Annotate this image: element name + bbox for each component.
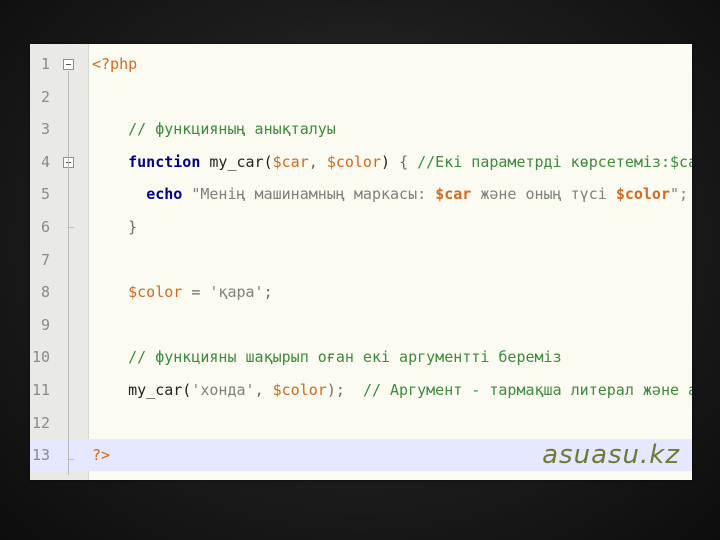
line-number: 2 <box>40 87 50 106</box>
code-line-2[interactable]: 2 <box>30 81 692 113</box>
fold-guide-line <box>68 71 69 475</box>
code-token: my_car( <box>92 381 192 399</box>
code-line-7[interactable]: 7 <box>30 244 692 276</box>
code-token: және оның түсі <box>471 185 616 204</box>
code-token: ?> <box>92 446 111 465</box>
code-token: { <box>399 152 418 171</box>
code-token: , <box>254 381 273 399</box>
code-line-9[interactable]: 9 <box>30 309 692 341</box>
code-token: , <box>308 152 327 171</box>
code-token: ) <box>381 152 400 171</box>
line-number: 13 <box>31 446 50 465</box>
code-token: ; <box>263 283 273 302</box>
code-text: echo "Менің машинамның маркасы: $car жән… <box>92 178 688 210</box>
code-text: // функцияның анықталуы <box>92 113 336 145</box>
code-token: $color <box>615 185 670 204</box>
code-editor[interactable]: 1 <?php 2 3 // функцияның анықталуы 4 functi… <box>30 44 692 480</box>
watermark-logo: asuasu.kz <box>542 440 680 470</box>
code-token: } <box>92 218 138 236</box>
code-text: my_car('хонда', $color); // Аргумент - т… <box>92 374 692 406</box>
code-line-1[interactable]: 1 <?php <box>30 48 692 80</box>
line-number: 11 <box>31 381 50 399</box>
fold-toggle-icon[interactable] <box>63 59 74 70</box>
code-text: <?php <box>92 48 137 80</box>
code-text: $color = 'қара'; <box>92 276 273 308</box>
line-number: 10 <box>31 348 50 367</box>
code-token: = <box>182 283 210 302</box>
line-number: 7 <box>40 250 50 269</box>
code-token: // функцияны шақырып оған екі аргументті… <box>92 348 562 367</box>
code-token: //Екі параметрді көрсетеміз:$car и $colo… <box>417 152 692 171</box>
fold-guide-line-function <box>68 167 69 227</box>
code-text: // функцияны шақырып оған екі аргументті… <box>92 341 562 373</box>
code-token: $car <box>272 152 309 171</box>
code-token: "Менің машинамның маркасы: <box>182 185 436 204</box>
code-line-5[interactable]: 5 echo "Менің машинамның маркасы: $car ж… <box>30 178 692 210</box>
code-token: $car <box>435 185 472 204</box>
code-token: function <box>128 152 201 171</box>
code-token: // функцияның анықталуы <box>92 120 336 139</box>
line-number: 9 <box>40 315 50 334</box>
code-token: echo <box>146 185 183 204</box>
code-token: $color <box>128 283 183 302</box>
line-number: 5 <box>40 185 50 204</box>
code-line-3[interactable]: 3 // функцияның анықталуы <box>30 113 692 145</box>
line-number: 3 <box>40 120 50 139</box>
code-token: // Аргумент - тармақша литерал және айны… <box>362 381 692 399</box>
code-text: ?> <box>92 439 110 471</box>
code-token: "; <box>670 185 689 204</box>
code-token: my_car( <box>200 152 273 171</box>
code-token: 'қара' <box>209 283 264 302</box>
code-line-11[interactable]: 11 my_car('хонда', $color); // Аргумент … <box>30 374 692 406</box>
code-token: $color <box>272 381 327 399</box>
code-line-6[interactable]: 6 } <box>30 211 692 243</box>
line-number: 4 <box>40 152 50 171</box>
fold-end-marker <box>68 459 74 460</box>
line-number: 6 <box>40 218 50 236</box>
code-token: ); <box>326 381 363 399</box>
line-number: 8 <box>40 283 50 302</box>
code-text: } <box>92 211 137 243</box>
line-number: 1 <box>40 55 50 73</box>
code-line-10[interactable]: 10 // функцияны шақырып оған екі аргумен… <box>30 341 692 373</box>
fold-end-marker-function <box>68 227 74 228</box>
line-number: 12 <box>31 413 50 432</box>
code-line-8[interactable]: 8 $color = 'қара'; <box>30 276 692 308</box>
code-text: function my_car($car, $color) { //Екі па… <box>92 146 692 178</box>
code-token: <?php <box>92 55 138 73</box>
code-token: 'хонда' <box>191 381 255 399</box>
code-line-12[interactable]: 12 <box>30 407 692 439</box>
code-token: $color <box>326 152 381 171</box>
code-line-4[interactable]: 4 function my_car($car, $color) { //Екі … <box>30 146 692 178</box>
